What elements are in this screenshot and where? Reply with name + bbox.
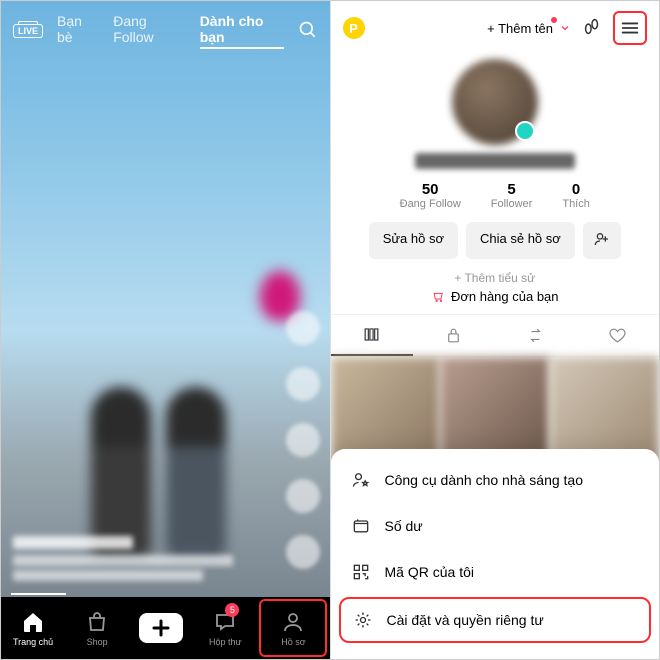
add-name-label: + Thêm tên — [487, 21, 553, 36]
username: @username — [331, 153, 660, 169]
add-friend-button[interactable] — [583, 222, 621, 259]
tab-liked[interactable] — [577, 315, 659, 356]
coin-icon[interactable]: P — [343, 17, 365, 39]
bottom-nav: Trang chủ Shop 5 Hộp thư Hồ sơ — [1, 597, 330, 659]
nav-home[interactable]: Trang chủ — [1, 597, 65, 659]
like-icon[interactable] — [286, 367, 320, 401]
profile-header: P + Thêm tên — [331, 1, 660, 55]
tab-reposts[interactable] — [495, 315, 577, 356]
search-icon[interactable] — [298, 20, 318, 43]
nav-shop[interactable]: Shop — [65, 597, 129, 659]
tab-grid[interactable] — [331, 315, 413, 356]
menu-button[interactable] — [613, 11, 647, 45]
person-star-icon — [351, 470, 371, 490]
nav-inbox[interactable]: 5 Hộp thư — [193, 597, 257, 659]
sheet-label: Cài đặt và quyền riêng tư — [387, 612, 544, 628]
avatar-icon[interactable] — [286, 311, 320, 345]
nav-profile[interactable]: Hồ sơ — [259, 599, 327, 657]
profile-tabs — [331, 314, 660, 357]
gear-icon — [353, 610, 373, 630]
name-dropdown[interactable]: + Thêm tên — [487, 21, 571, 36]
sheet-label: Mã QR của tôi — [385, 564, 474, 580]
top-bar: LIVE Bạn bè Đang Follow Dành cho bạn — [1, 13, 330, 49]
views-icon[interactable] — [581, 15, 603, 42]
feed-screen: LIVE Bạn bè Đang Follow Dành cho bạn Tra… — [1, 1, 331, 659]
add-bio-button[interactable]: + Thêm tiểu sử — [331, 271, 660, 285]
stat-following[interactable]: 50Đang Follow — [400, 181, 461, 210]
tab-following[interactable]: Đang Follow — [113, 13, 183, 49]
nav-shop-label: Shop — [87, 637, 108, 647]
video-preview[interactable] — [1, 1, 330, 597]
video-caption — [13, 536, 260, 581]
tab-locked[interactable] — [413, 315, 495, 356]
cart-icon — [431, 289, 446, 304]
tab-friends[interactable]: Bạn bè — [57, 13, 97, 49]
edit-profile-button[interactable]: Sửa hồ sơ — [369, 222, 458, 259]
nav-inbox-label: Hộp thư — [209, 637, 242, 647]
sheet-qr[interactable]: Mã QR của tôi — [331, 549, 660, 595]
wallet-icon — [351, 516, 371, 536]
stat-likes[interactable]: 0Thích — [562, 181, 590, 210]
orders-link[interactable]: Đơn hàng của bạn — [331, 289, 660, 304]
nav-home-label: Trang chủ — [13, 637, 53, 647]
live-icon[interactable]: LIVE — [13, 24, 43, 38]
sheet-creator-tools[interactable]: Công cụ dành cho nhà sáng tạo — [331, 457, 660, 503]
stat-followers[interactable]: 5Follower — [491, 181, 533, 210]
menu-sheet: Công cụ dành cho nhà sáng tạo Số dư Mã Q… — [331, 449, 660, 659]
tab-foryou[interactable]: Dành cho bạn — [200, 13, 284, 49]
stats-row: 50Đang Follow 5Follower 0Thích — [331, 181, 660, 210]
profile-screen: P + Thêm tên @username 50Đang Follow 5Fo… — [331, 1, 660, 659]
online-badge — [515, 121, 535, 141]
action-rail — [286, 311, 320, 569]
comment-icon[interactable] — [286, 423, 320, 457]
nav-profile-label: Hồ sơ — [281, 637, 305, 647]
notification-dot — [551, 17, 557, 23]
qr-icon — [351, 562, 371, 582]
chevron-down-icon — [559, 22, 571, 34]
nav-create[interactable] — [129, 597, 193, 659]
sheet-balance[interactable]: Số dư — [331, 503, 660, 549]
avatar-wrap — [331, 59, 660, 145]
sheet-label: Số dư — [385, 518, 423, 534]
progress-bar[interactable] — [11, 593, 66, 595]
orders-label: Đơn hàng của bạn — [451, 289, 559, 304]
profile-buttons: Sửa hồ sơ Chia sẻ hồ sơ — [331, 222, 660, 259]
share-profile-button[interactable]: Chia sẻ hồ sơ — [466, 222, 575, 259]
share-icon[interactable] — [286, 535, 320, 569]
sheet-settings[interactable]: Cài đặt và quyền riêng tư — [339, 597, 652, 643]
sheet-label: Công cụ dành cho nhà sáng tạo — [385, 472, 584, 488]
plus-icon — [139, 613, 183, 643]
bookmark-icon[interactable] — [286, 479, 320, 513]
